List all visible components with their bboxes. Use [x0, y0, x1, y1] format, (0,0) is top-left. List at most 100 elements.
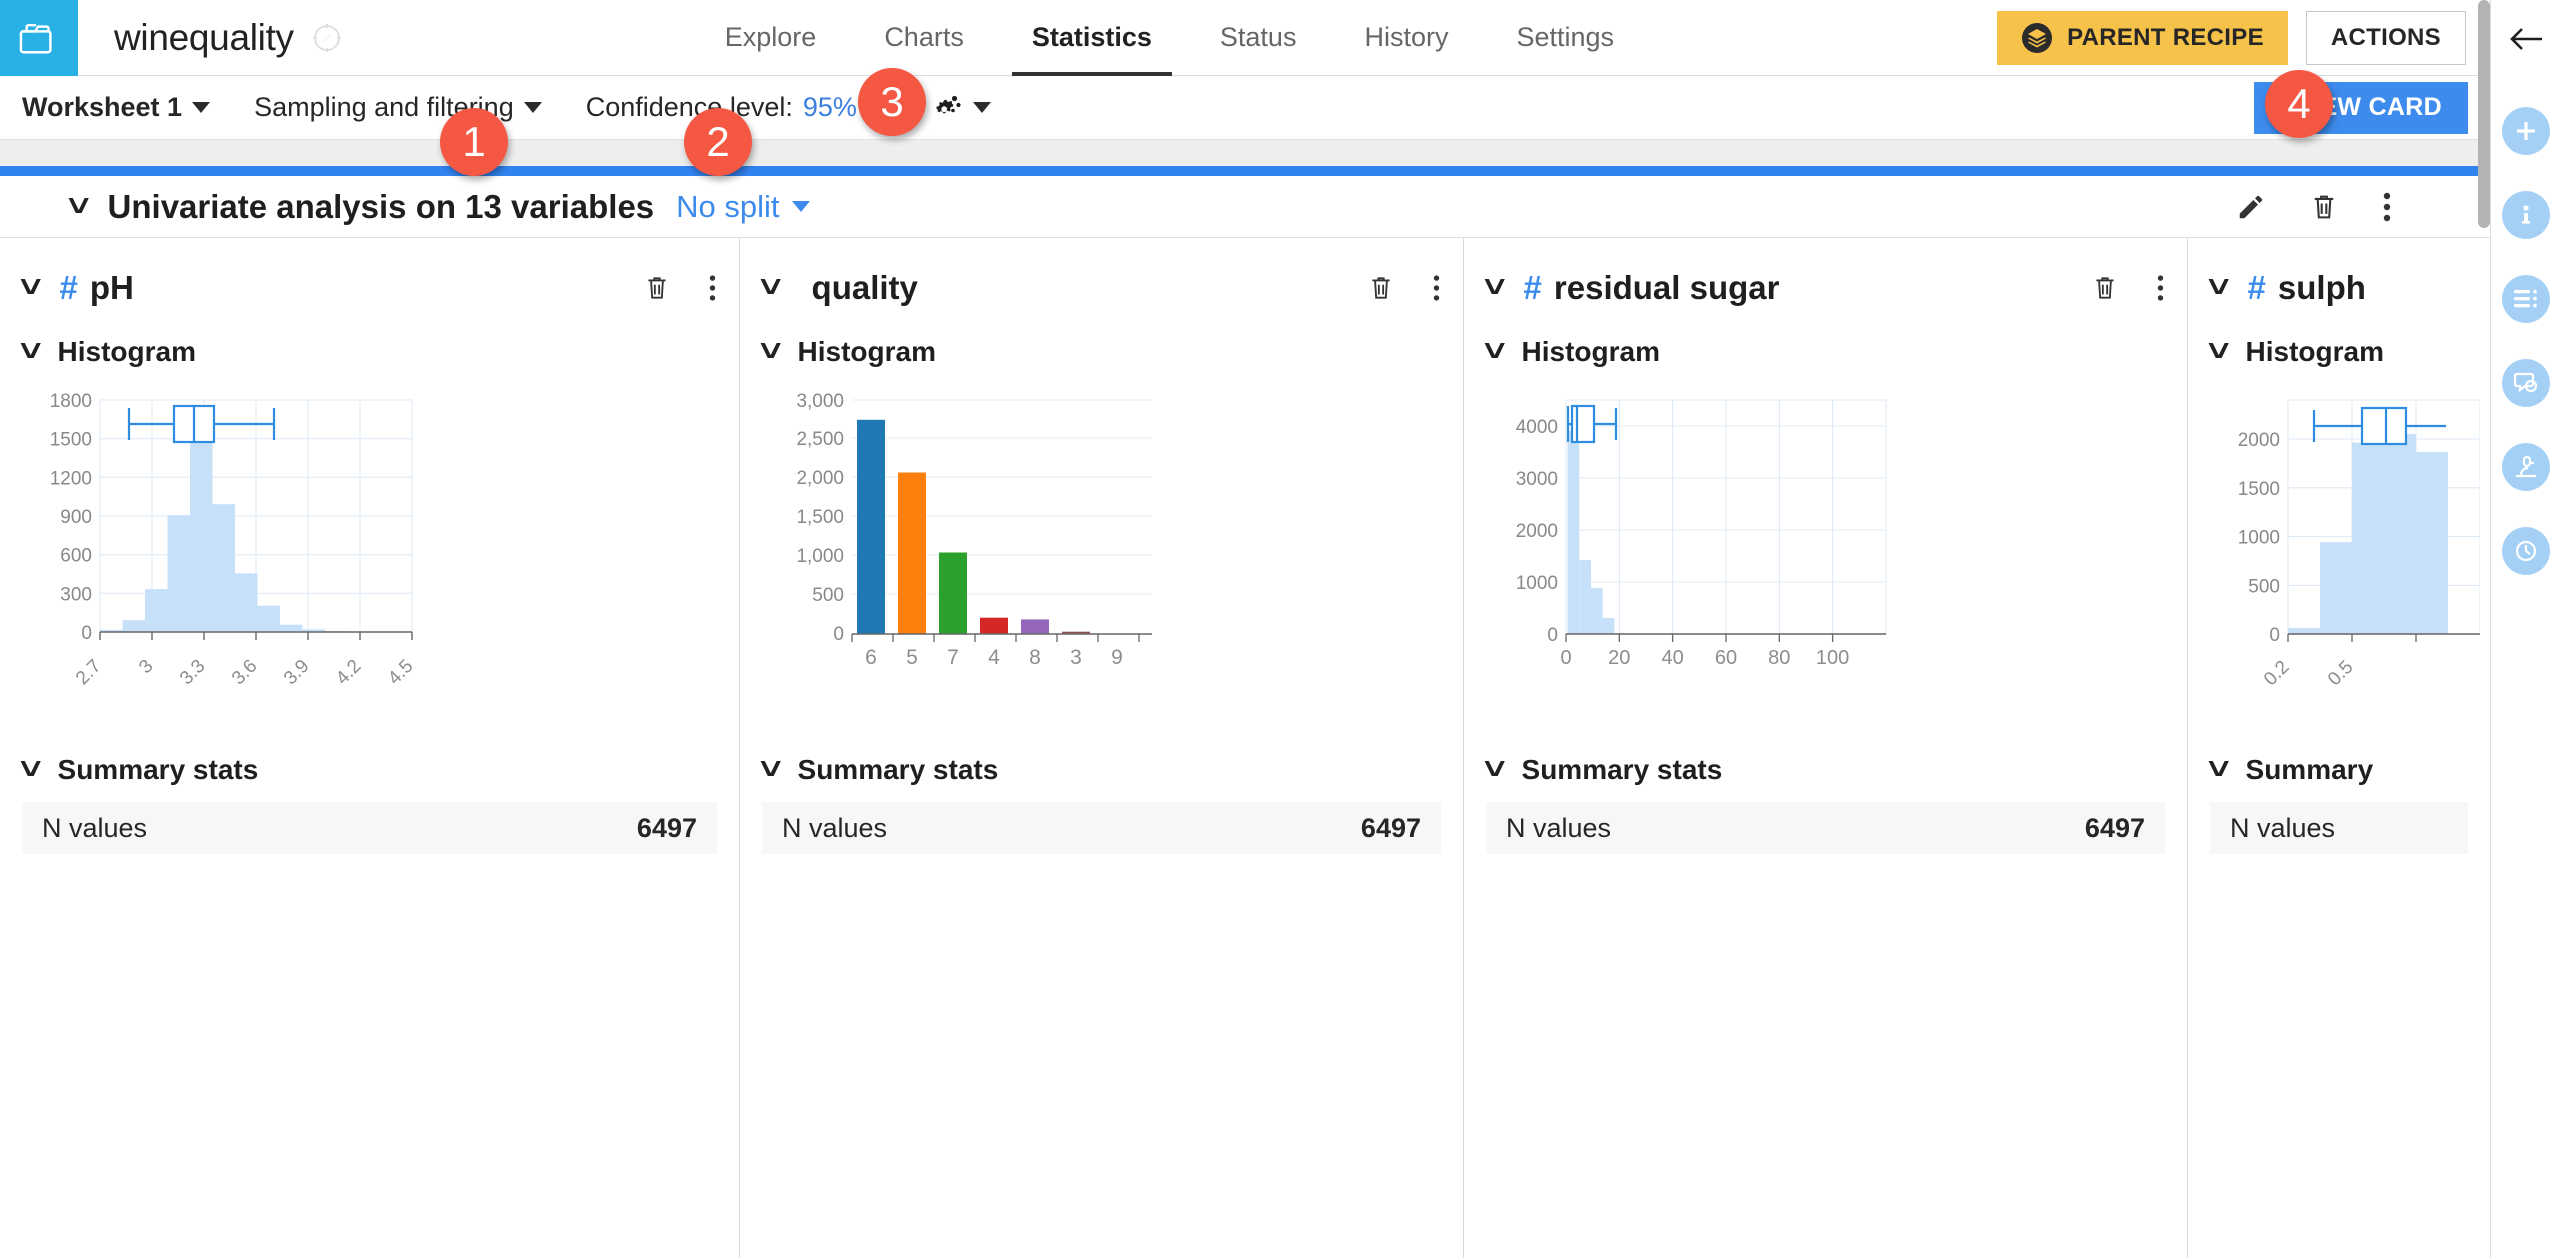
nav-label: History	[1364, 22, 1449, 52]
summary-stats-section-header[interactable]: ˅ Summary stats	[759, 753, 1441, 786]
nav-item-charts[interactable]: Charts	[850, 0, 998, 76]
ph-histogram-svg: 1800 1500 1200 900 600 300 0 2.7 3 3.3 3…	[50, 392, 418, 690]
discussions-icon[interactable]	[2501, 359, 2550, 407]
histogram-section-header[interactable]: ˅ Histogram	[20, 324, 717, 380]
svg-text:1800: 1800	[50, 392, 92, 412]
card-sulphates: ˅ # sulph ˅ Histogram 2000 1500 1000 500…	[2188, 238, 2490, 1258]
parent-recipe-button[interactable]: PARENT RECIPE	[1997, 10, 2288, 65]
svg-text:1200: 1200	[50, 468, 92, 489]
nav-label: Charts	[884, 22, 964, 52]
worksheet-toolbar: Worksheet 1 Sampling and filtering Confi…	[0, 76, 2490, 140]
chevron-down-icon: ˅	[1483, 335, 1506, 368]
nav-label: Explore	[724, 22, 817, 52]
histogram-section-header[interactable]: ˅ Histogram	[2208, 324, 2468, 380]
worksheet-settings-selector[interactable]	[929, 93, 991, 123]
residual-sugar-histogram-svg: 4000 3000 2000 1000 0 0 20 40 60 80 100	[1516, 399, 1887, 669]
chevron-down-icon: ˅	[759, 753, 782, 786]
svg-text:0: 0	[1547, 625, 1558, 646]
worksheet-selector[interactable]: Worksheet 1	[22, 92, 211, 123]
svg-text:3.6: 3.6	[228, 656, 262, 690]
chevron-down-icon[interactable]: ˅	[1484, 273, 1506, 303]
confidence-value: 95%	[802, 92, 857, 122]
trash-icon[interactable]	[1368, 274, 1394, 302]
summary-stats-label: Summary stats	[57, 754, 259, 785]
analysis-cards-row: ˅ # pH ˅ Histogram 1800 1500 1200 900 60…	[0, 238, 2490, 1258]
histogram-section-header[interactable]: ˅ Histogram	[1483, 324, 2165, 380]
histogram-section-header[interactable]: ˅ Histogram	[760, 324, 1441, 380]
info-icon[interactable]	[2501, 191, 2550, 239]
svg-text:2000: 2000	[2238, 430, 2280, 451]
nav-item-history[interactable]: History	[1330, 0, 1482, 76]
chevron-down-icon[interactable]: ˅	[68, 191, 90, 222]
active-tab-indicator	[0, 166, 2490, 176]
card-title-label: pH	[89, 269, 134, 306]
histogram-label: Histogram	[797, 336, 936, 367]
folder-icon[interactable]	[0, 0, 78, 76]
vertical-dots-icon[interactable]	[2156, 273, 2165, 303]
svg-text:4000: 4000	[1516, 417, 1558, 438]
nav-item-statistics[interactable]: Statistics	[998, 0, 1186, 76]
chevron-down-icon[interactable]: ˅	[2208, 273, 2230, 303]
nav-item-status[interactable]: Status	[1186, 0, 1331, 76]
actions-button[interactable]: ACTIONS	[2305, 10, 2466, 65]
chevron-down-icon: ˅	[1483, 753, 1506, 786]
card-title: # residual sugar	[1524, 269, 1780, 307]
card-title-label: sulph	[2277, 269, 2366, 306]
card-title-label: residual sugar	[1553, 269, 1780, 306]
callout-marker-3: 3	[858, 68, 926, 136]
svg-text:500: 500	[812, 585, 844, 606]
svg-text:500: 500	[2248, 576, 2280, 597]
svg-text:2,500: 2,500	[796, 429, 844, 450]
chevron-down-icon[interactable]: ˅	[760, 273, 782, 303]
marker-label: 2	[706, 118, 730, 165]
nav-item-explore[interactable]: Explore	[691, 0, 851, 76]
back-arrow-icon[interactable]	[2506, 22, 2546, 61]
summary-stats-section-header[interactable]: ˅ Summary stats	[19, 753, 717, 786]
parent-recipe-label: PARENT RECIPE	[2067, 23, 2264, 51]
card-ph: ˅ # pH ˅ Histogram 1800 1500 1200 900 60…	[0, 238, 740, 1258]
vertical-dots-icon[interactable]	[2382, 191, 2392, 223]
svg-text:1,000: 1,000	[796, 546, 844, 567]
stat-label: N values	[42, 812, 148, 843]
history-clock-icon[interactable]	[2501, 527, 2550, 575]
callout-marker-1: 1	[440, 108, 508, 176]
summary-stats-section-header[interactable]: ˅ Summary	[2207, 753, 2468, 786]
trash-icon[interactable]	[644, 274, 670, 302]
stat-row: N values 6497	[762, 802, 1441, 854]
callout-marker-2: 2	[684, 108, 752, 176]
svg-text:4.5: 4.5	[384, 656, 418, 690]
compass-icon[interactable]	[312, 23, 342, 53]
card-header: ˅ # pH	[20, 238, 717, 324]
details-list-icon[interactable]	[2501, 275, 2550, 323]
chevron-down-icon: ˅	[19, 753, 42, 786]
section-title: Univariate analysis on 13 variables	[107, 187, 655, 225]
vertical-scrollbar[interactable]	[2478, 0, 2490, 228]
vertical-dots-icon[interactable]	[1432, 273, 1441, 303]
split-label: No split	[676, 188, 780, 224]
summary-stats-section-header[interactable]: ˅ Summary stats	[1483, 753, 2165, 786]
nav-label: Settings	[1516, 22, 1615, 52]
svg-text:1000: 1000	[2238, 528, 2280, 549]
svg-text:100: 100	[1816, 647, 1849, 669]
card-quality: ˅ quality ˅ Histogram 3,000 2,500 2,000 …	[740, 238, 1464, 1258]
plus-icon[interactable]	[2501, 107, 2550, 155]
trash-icon[interactable]	[2310, 192, 2338, 222]
vertical-dots-icon[interactable]	[708, 273, 717, 303]
lab-microscope-icon[interactable]	[2501, 443, 2550, 491]
svg-text:1500: 1500	[50, 430, 92, 451]
trash-icon[interactable]	[2092, 274, 2118, 302]
chevron-down-icon[interactable]: ˅	[20, 273, 42, 303]
stat-value: 6497	[2084, 812, 2145, 843]
chevron-down-icon: ˅	[2207, 753, 2230, 786]
nav-label: Statistics	[1031, 22, 1152, 52]
pencil-icon[interactable]	[2236, 192, 2266, 222]
split-selector[interactable]: No split	[676, 188, 810, 225]
svg-text:4.2: 4.2	[332, 656, 366, 690]
svg-text:0: 0	[2269, 625, 2280, 646]
section-actions	[2236, 191, 2460, 223]
nav-item-settings[interactable]: Settings	[1482, 0, 1648, 76]
nav-label: Status	[1219, 22, 1297, 52]
svg-text:0: 0	[81, 623, 92, 644]
svg-text:3.9: 3.9	[280, 656, 314, 690]
worksheet-tab-strip	[0, 140, 2490, 166]
